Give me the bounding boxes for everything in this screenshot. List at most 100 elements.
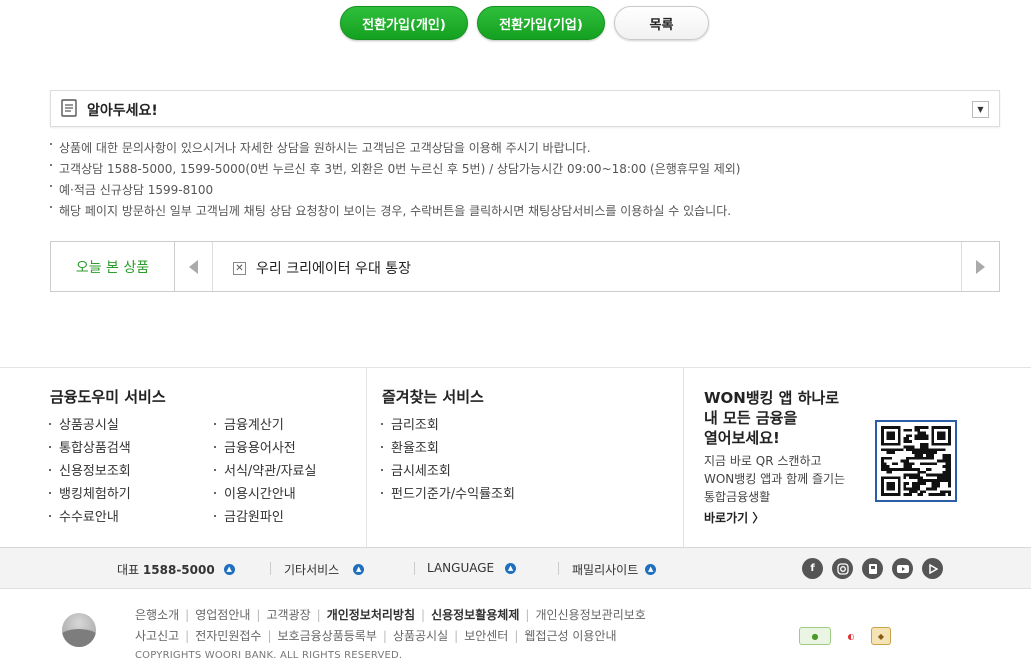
app-promo-title: WON뱅킹 앱 하나로 내 모든 금융을 열어보세요!: [704, 389, 840, 447]
footer-link[interactable]: 전자민원접수: [195, 627, 261, 644]
phone-number: 1588-5000: [142, 562, 215, 577]
notice-title: 알아두세요!: [87, 103, 158, 119]
notice-item: 해당 페이지 방문하신 일부 고객님께 채팅 상담 요청창이 보이는 경우, 수…: [48, 203, 740, 224]
link-separator: |: [514, 628, 519, 643]
facebook-icon[interactable]: f: [802, 558, 823, 579]
document-icon: [61, 99, 77, 117]
service-link[interactable]: 상품공시실: [48, 417, 131, 440]
chevron-up-icon: ▲: [505, 562, 517, 574]
service-link[interactable]: 금융용어사전: [213, 440, 316, 463]
footer-bar: 대표 1588-5000 ▲ 기타서비스 ▲ LANGUAGE ▲ 패밀리사이트…: [0, 547, 1031, 589]
service-link[interactable]: 금감원파인: [213, 509, 316, 532]
woori-logo: [62, 613, 96, 647]
award-badge: ◐: [847, 631, 855, 641]
switch-business-button[interactable]: 전환가입(기업): [477, 6, 605, 40]
qr-code-icon: [875, 420, 957, 502]
play-icon[interactable]: [922, 558, 943, 579]
favorite-link[interactable]: 금시세조회: [380, 463, 515, 486]
bar-separator: [558, 562, 559, 575]
notice-item: 예·적금 신규상담 1599-8100: [48, 182, 740, 203]
link-separator: |: [454, 628, 459, 643]
language-dropdown[interactable]: LANGUAGE ▲: [427, 561, 517, 575]
family-sites-dropdown[interactable]: 패밀리사이트 ▲: [572, 561, 657, 578]
notice-toggle-button[interactable]: ▼: [972, 101, 989, 118]
chevron-down-icon: ▼: [977, 105, 984, 114]
footer-link[interactable]: 웹접근성 이용안내: [524, 627, 616, 644]
link-separator: |: [525, 607, 530, 622]
link-separator: |: [382, 628, 387, 643]
favorites-list: 금리조회 환율조회 금시세조회 펀드기준가/수익률조회: [380, 417, 515, 509]
notice-panel: 알아두세요! ▼: [50, 90, 1000, 127]
phone-dropdown[interactable]: 대표 1588-5000 ▲: [117, 561, 235, 578]
bottom-links-row-2: 사고신고 | 전자민원접수 | 보호금융상품등록부 | 상품공시실 | 보안센터 | 웹접근성 이용…: [135, 627, 617, 644]
switch-personal-button[interactable]: 전환가입(개인): [340, 6, 468, 40]
service-link[interactable]: 통합상품검색: [48, 440, 131, 463]
favorite-link[interactable]: 펀드기준가/수익률조회: [380, 486, 515, 509]
bar-separator: [414, 562, 415, 575]
favorite-link[interactable]: 금리조회: [380, 417, 515, 440]
footer-link[interactable]: 개인정보처리방침: [327, 606, 415, 623]
blog-icon[interactable]: [862, 558, 883, 579]
footer-link[interactable]: 고객광장: [266, 606, 310, 623]
youtube-icon[interactable]: [892, 558, 913, 579]
bar-separator: [270, 562, 271, 575]
footer-services: 금융도우미 서비스 상품공시실 통합상품검색 신용정보조회 뱅킹체험하기 수수료…: [0, 367, 1031, 548]
services-list-col2: 금융계산기 금융용어사전 서식/약관/자료실 이용시간안내 금감원파인: [213, 417, 316, 532]
recent-prev-button[interactable]: [175, 242, 213, 291]
other-services-label: 기타서비스: [284, 563, 340, 577]
other-services-dropdown[interactable]: 기타서비스 ▲: [284, 561, 365, 578]
remove-icon[interactable]: ✕: [233, 261, 246, 275]
chevron-up-icon: ▲: [223, 564, 235, 575]
favorite-link[interactable]: 환율조회: [380, 440, 515, 463]
list-button[interactable]: 목록: [614, 6, 709, 40]
link-separator: |: [185, 607, 190, 622]
phone-label: 대표: [117, 563, 140, 577]
footer-link[interactable]: 개인신용정보관리보호: [535, 606, 645, 623]
column-divider: [683, 368, 684, 548]
link-separator: |: [421, 607, 426, 622]
certification-badge: ●: [799, 627, 831, 645]
service-link[interactable]: 금융계산기: [213, 417, 316, 440]
notice-list: 상품에 대한 문의사항이 있으시거나 자세한 상담을 원하시는 고객님은 고객상…: [48, 140, 740, 224]
favorites-title: 즐겨찾는 서비스: [382, 388, 484, 406]
footer-link[interactable]: 보호금융상품등록부: [278, 627, 377, 644]
recent-next-button[interactable]: [961, 242, 999, 291]
bottom-links-row-1: 은행소개 | 영업점안내 | 고객광장 | 개인정보처리방침 | 신용정보활용체제 | 개인신용정보…: [135, 606, 646, 623]
link-separator: |: [185, 628, 190, 643]
recent-item-title[interactable]: 우리 크리에이터 우대 통장: [256, 258, 411, 278]
copyright: COPYRIGHTS WOORI BANK. ALL RIGHTS RESERV…: [135, 650, 403, 661]
service-link[interactable]: 신용정보조회: [48, 463, 131, 486]
link-separator: |: [256, 607, 261, 622]
instagram-icon[interactable]: [832, 558, 853, 579]
recent-item[interactable]: ✕ 우리 크리에이터 우대 통장: [233, 258, 411, 278]
services-title: 금융도우미 서비스: [50, 388, 166, 406]
footer-link[interactable]: 상품공시실: [393, 627, 448, 644]
recently-viewed-label: 오늘 본 상품: [51, 242, 175, 291]
app-promo-desc: 지금 바로 QR 스캔하고 WON뱅킹 앱과 함께 즐기는 통합금융생활: [704, 454, 846, 504]
column-divider: [366, 368, 367, 548]
service-link[interactable]: 이용시간안내: [213, 486, 316, 509]
footer-link[interactable]: 사고신고: [135, 627, 179, 644]
family-sites-label: 패밀리사이트: [572, 563, 639, 577]
arrow-right-icon: [976, 259, 985, 274]
arrow-left-icon: [189, 259, 198, 274]
footer-link[interactable]: 은행소개: [135, 606, 179, 623]
app-promo-link[interactable]: 바로가기 〉: [704, 509, 764, 526]
top-button-group: 전환가입(개인) 전환가입(기업) 목록: [0, 6, 1031, 40]
language-label: LANGUAGE: [427, 561, 495, 575]
service-link[interactable]: 서식/약관/자료실: [213, 463, 316, 486]
footer-link[interactable]: 보안센터: [464, 627, 508, 644]
services-list-col1: 상품공시실 통합상품검색 신용정보조회 뱅킹체험하기 수수료안내: [48, 417, 131, 532]
chevron-up-icon: ▲: [353, 564, 365, 575]
recently-viewed-panel: 오늘 본 상품 ✕ 우리 크리에이터 우대 통장: [50, 241, 1000, 292]
service-link[interactable]: 뱅킹체험하기: [48, 486, 131, 509]
link-separator: |: [267, 628, 272, 643]
link-separator: |: [316, 607, 321, 622]
footer-link[interactable]: 영업점안내: [195, 606, 250, 623]
award-badge: ◆: [871, 627, 891, 645]
service-link[interactable]: 수수료안내: [48, 509, 131, 532]
notice-item: 고객상담 1588-5000, 1599-5000(0번 누르신 후 3번, 외…: [48, 161, 740, 182]
footer-link[interactable]: 신용정보활용체제: [431, 606, 519, 623]
notice-item: 상품에 대한 문의사항이 있으시거나 자세한 상담을 원하시는 고객님은 고객상…: [48, 140, 740, 161]
chevron-up-icon: ▲: [645, 564, 657, 575]
